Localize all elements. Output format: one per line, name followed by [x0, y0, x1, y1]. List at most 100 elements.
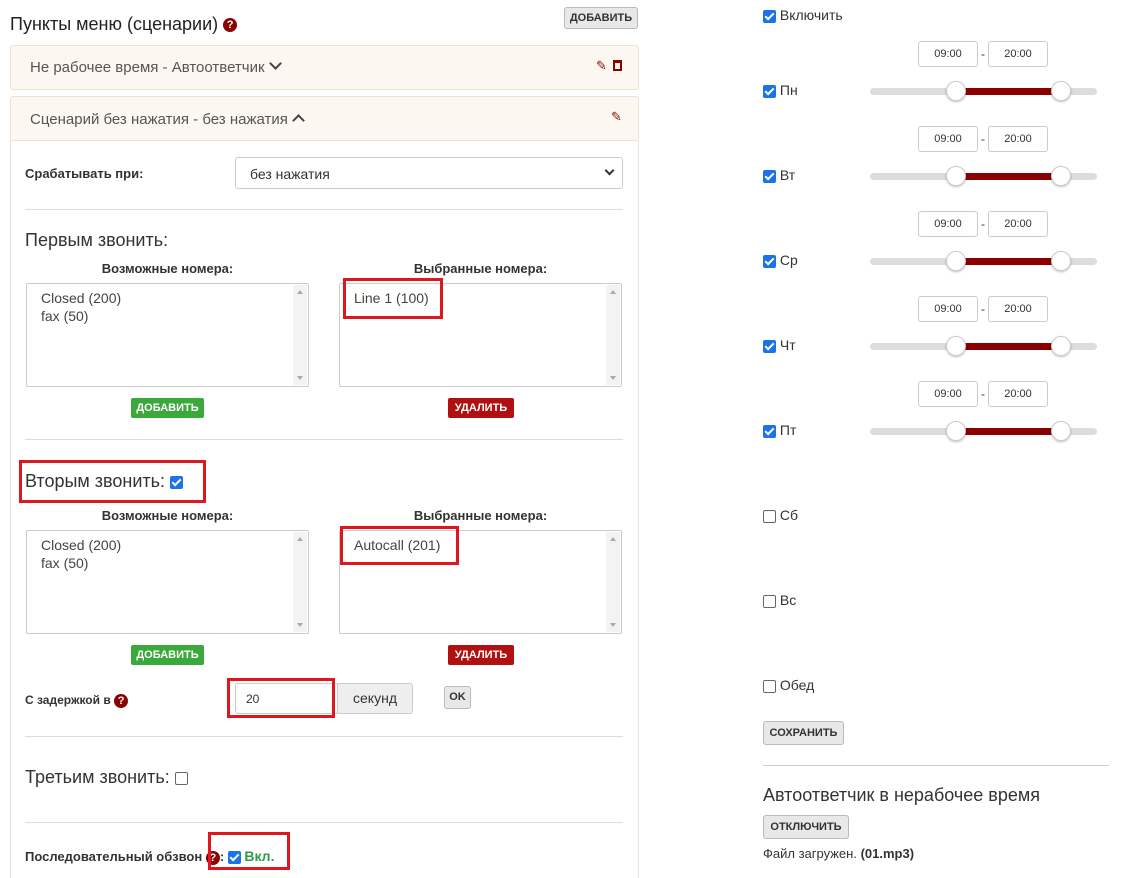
autoresponder-title: Автоответчик в нерабочее время [763, 785, 1040, 805]
list-item[interactable]: Closed (200) [41, 536, 294, 554]
day-row[interactable]: Пн [763, 82, 798, 98]
menu-item-title: Не рабочее время - Автоответчик [30, 59, 265, 76]
trigger-label: Срабатывать при: [25, 166, 144, 181]
time-to-input[interactable]: 20:00 [988, 126, 1048, 152]
scrollbar[interactable] [606, 285, 620, 385]
day-row[interactable]: Вт [763, 167, 795, 183]
highlight-box [340, 526, 459, 565]
time-separator: - [981, 217, 985, 231]
remove-number-button[interactable]: УДАЛИТЬ [448, 645, 514, 665]
slider-handle-end[interactable] [1051, 81, 1071, 101]
time-range-slider[interactable] [870, 336, 1097, 356]
day-row[interactable]: Ср [763, 252, 798, 268]
divider [25, 736, 623, 737]
divider [25, 822, 623, 823]
slider-range [956, 258, 1061, 265]
divider [25, 209, 623, 210]
time-range-slider[interactable] [870, 81, 1097, 101]
scrollbar[interactable] [293, 532, 307, 632]
time-from-input[interactable]: 09:00 [918, 126, 978, 152]
day-checkbox[interactable] [763, 594, 776, 608]
page-title: Пункты меню (сценарии) ? [10, 14, 238, 35]
list-item[interactable]: Closed (200) [41, 289, 294, 307]
time-separator: - [981, 387, 985, 401]
time-to-input[interactable]: 20:00 [988, 211, 1048, 237]
day-row[interactable]: Сб [763, 507, 798, 523]
second-available-list[interactable]: Closed (200) fax (50) [26, 530, 309, 634]
time-to-input[interactable]: 20:00 [988, 296, 1048, 322]
time-range-slider[interactable] [870, 251, 1097, 271]
time-to-input[interactable]: 20:00 [988, 41, 1048, 67]
available-numbers-label: Возможные номера: [101, 261, 234, 276]
slider-range [956, 88, 1061, 95]
menu-item-title: Сценарий без нажатия - без нажатия [30, 111, 288, 128]
remove-number-button[interactable]: УДАЛИТЬ [448, 398, 514, 418]
help-icon[interactable]: ? [114, 693, 129, 708]
time-range-slider[interactable] [870, 421, 1097, 441]
slider-handle-start[interactable] [946, 421, 966, 441]
slider-handle-start[interactable] [946, 336, 966, 356]
schedule-enable[interactable]: Включить [763, 7, 843, 23]
add-menu-item-button[interactable]: ДОБАВИТЬ [564, 7, 638, 29]
menu-item-no-press[interactable]: Сценарий без нажатия - без нажатия ✎ [10, 96, 639, 141]
day-checkbox[interactable] [763, 254, 776, 268]
list-item[interactable]: fax (50) [41, 307, 294, 325]
trash-icon[interactable] [613, 60, 622, 71]
slider-handle-end[interactable] [1051, 166, 1071, 186]
day-row[interactable]: Вс [763, 592, 796, 608]
slider-handle-start[interactable] [946, 81, 966, 101]
highlight-box [19, 460, 206, 503]
day-checkbox[interactable] [763, 84, 776, 98]
day-checkbox[interactable] [763, 509, 776, 523]
help-icon[interactable]: ? [223, 18, 238, 33]
day-row[interactable]: Пт [763, 422, 796, 438]
time-from-input[interactable]: 09:00 [918, 211, 978, 237]
day-checkbox[interactable] [763, 169, 776, 183]
edit-icon[interactable]: ✎ [596, 59, 608, 72]
third-call-checkbox[interactable] [174, 771, 188, 785]
slider-handle-end[interactable] [1051, 336, 1071, 356]
list-item[interactable]: fax (50) [41, 554, 294, 572]
day-checkbox[interactable] [763, 424, 776, 438]
day-checkbox[interactable] [763, 679, 776, 693]
scrollbar[interactable] [293, 285, 307, 385]
time-separator: - [981, 132, 985, 146]
time-from-input[interactable]: 09:00 [918, 296, 978, 322]
trigger-select[interactable]: без нажатия [235, 157, 623, 189]
menu-item-after-hours[interactable]: Не рабочее время - Автоответчик ✎ [10, 45, 639, 90]
available-numbers-label: Возможные номера: [101, 508, 234, 523]
schedule-enable-checkbox[interactable] [763, 9, 776, 23]
slider-range [956, 428, 1061, 435]
scrollbar[interactable] [606, 532, 620, 632]
delay-label: С задержкой в ? [25, 693, 129, 708]
first-available-list[interactable]: Closed (200) fax (50) [26, 283, 309, 387]
slider-handle-start[interactable] [946, 251, 966, 271]
time-from-input[interactable]: 09:00 [918, 381, 978, 407]
chevron-up-icon [292, 114, 305, 127]
file-status: Файл загружен. (01.mp3) [763, 846, 915, 861]
add-number-button[interactable]: ДОБАВИТЬ [131, 398, 204, 418]
time-from-input[interactable]: 09:00 [918, 41, 978, 67]
day-row[interactable]: Чт [763, 337, 796, 353]
time-range-slider[interactable] [870, 166, 1097, 186]
add-number-button[interactable]: ДОБАВИТЬ [131, 645, 204, 665]
divider [763, 765, 1109, 766]
day-row[interactable]: Обед [763, 677, 814, 693]
day-checkbox[interactable] [763, 339, 776, 353]
chevron-down-icon [268, 57, 282, 70]
divider [25, 439, 623, 440]
disable-autoresponder-button[interactable]: ОТКЛЮЧИТЬ [763, 815, 849, 839]
edit-icon[interactable]: ✎ [611, 110, 623, 123]
ok-button[interactable]: OK [444, 686, 471, 709]
time-separator: - [981, 302, 985, 316]
highlight-box [208, 832, 290, 870]
time-to-input[interactable]: 20:00 [988, 381, 1048, 407]
slider-handle-start[interactable] [946, 166, 966, 186]
highlight-box [227, 678, 335, 718]
chevron-down-icon [604, 165, 615, 176]
slider-handle-end[interactable] [1051, 421, 1071, 441]
save-button[interactable]: СОХРАНИТЬ [763, 721, 844, 745]
third-call-title: Третьим звонить: [25, 767, 188, 788]
slider-handle-end[interactable] [1051, 251, 1071, 271]
file-name: (01.mp3) [860, 846, 915, 861]
